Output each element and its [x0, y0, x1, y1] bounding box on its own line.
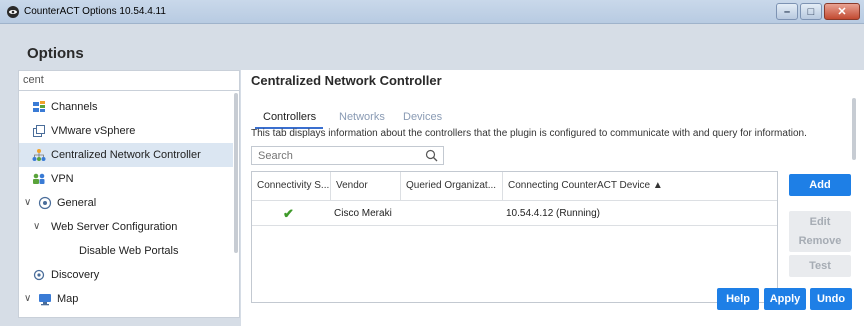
- table-row[interactable]: ✔ Cisco Meraki 10.54.4.12 (Running): [252, 201, 777, 226]
- chevron-down-icon[interactable]: ∨: [24, 191, 31, 215]
- sidebar-item-label: Centralized Network Controller: [51, 149, 201, 161]
- maximize-button[interactable]: □: [800, 3, 822, 20]
- sidebar-item-label: Channels: [51, 101, 98, 113]
- help-button[interactable]: Help: [717, 288, 759, 310]
- close-button[interactable]: ✕: [824, 3, 860, 20]
- sidebar-item-centralized-network-controller[interactable]: Centralized Network Controller: [19, 143, 233, 167]
- sidebar-item-label: Web Server Configuration: [51, 221, 178, 233]
- table-search-input[interactable]: [252, 147, 420, 164]
- window-title: CounterACT Options 10.54.4.11: [24, 6, 166, 17]
- section-title: Centralized Network Controller: [251, 73, 442, 88]
- sidebar-item-web-server-configuration[interactable]: ∨ Web Server Configuration: [19, 215, 233, 239]
- channels-icon: [33, 101, 45, 112]
- column-header-queried-organization[interactable]: Queried Organizat...: [401, 172, 503, 200]
- sidebar-item-map[interactable]: ∨ Map: [19, 287, 233, 311]
- close-icon: ✕: [837, 6, 847, 18]
- sidebar-item-label: Map: [57, 293, 79, 305]
- minimize-icon: –: [783, 6, 791, 18]
- sidebar-item-label: VPN: [51, 173, 74, 185]
- search-icon[interactable]: [425, 149, 438, 162]
- column-header-connectivity[interactable]: Connectivity S...: [252, 172, 331, 200]
- sidebar-search-input[interactable]: [19, 71, 219, 89]
- sidebar-item-general[interactable]: ∨ General: [19, 191, 233, 215]
- vpn-icon: [33, 173, 45, 184]
- sidebar-item-vpn[interactable]: VPN: [19, 167, 233, 191]
- network-controller-icon: [32, 149, 46, 161]
- options-header: Options: [0, 24, 864, 70]
- add-button[interactable]: Add: [789, 174, 851, 196]
- sidebar-item-label: General: [57, 197, 97, 209]
- apply-button[interactable]: Apply: [764, 288, 806, 310]
- map-icon: [39, 294, 51, 306]
- discovery-icon: [33, 269, 45, 281]
- sidebar-item-label: Discovery: [51, 269, 100, 281]
- sidebar-item-vmware-vsphere[interactable]: VMware vSphere: [19, 119, 233, 143]
- page-title: Options: [27, 45, 84, 62]
- remove-button[interactable]: Remove: [789, 230, 851, 252]
- chevron-down-icon[interactable]: ∨: [24, 287, 31, 311]
- main-panel: Centralized Network Controller Controlle…: [241, 70, 864, 326]
- options-sidebar: Channels VMware vSphere Centralized Netw…: [18, 70, 240, 318]
- controllers-table: Connectivity S... Vendor Queried Organiz…: [251, 171, 778, 303]
- tab-description: This tab displays information about the …: [251, 128, 807, 139]
- minimize-button[interactable]: –: [776, 3, 798, 20]
- main-scrollbar[interactable]: [852, 98, 856, 160]
- tab-controllers[interactable]: Controllers: [263, 111, 316, 123]
- undo-button[interactable]: Undo: [810, 288, 852, 310]
- connectivity-check-icon: ✔: [283, 206, 294, 221]
- test-button[interactable]: Test: [789, 255, 851, 277]
- vsphere-icon: [33, 125, 45, 137]
- table-header: Connectivity S... Vendor Queried Organiz…: [252, 172, 777, 201]
- tab-networks[interactable]: Networks: [339, 111, 385, 123]
- window-titlebar: CounterACT Options 10.54.4.11 – □ ✕: [0, 0, 864, 24]
- sidebar-scrollbar[interactable]: [234, 93, 238, 253]
- counteract-logo-icon: [7, 6, 19, 18]
- sidebar-item-channels[interactable]: Channels: [19, 95, 233, 119]
- column-header-vendor[interactable]: Vendor: [331, 172, 401, 200]
- sidebar-item-discovery[interactable]: Discovery: [19, 263, 233, 287]
- sidebar-item-label: Disable Web Portals: [79, 245, 179, 257]
- general-gear-icon: [38, 196, 52, 210]
- chevron-down-icon[interactable]: ∨: [33, 215, 40, 239]
- maximize-icon: □: [807, 6, 815, 18]
- table-search: [251, 146, 444, 165]
- device-cell: 10.54.4.12 (Running): [506, 208, 600, 219]
- column-header-connecting-device[interactable]: Connecting CounterACT Device ▲: [503, 172, 777, 200]
- sidebar-search: [19, 71, 239, 91]
- tab-devices[interactable]: Devices: [403, 111, 442, 123]
- vendor-cell: Cisco Meraki: [334, 208, 392, 219]
- sidebar-item-label: VMware vSphere: [51, 125, 136, 137]
- sidebar-item-disable-web-portals[interactable]: Disable Web Portals: [19, 239, 233, 263]
